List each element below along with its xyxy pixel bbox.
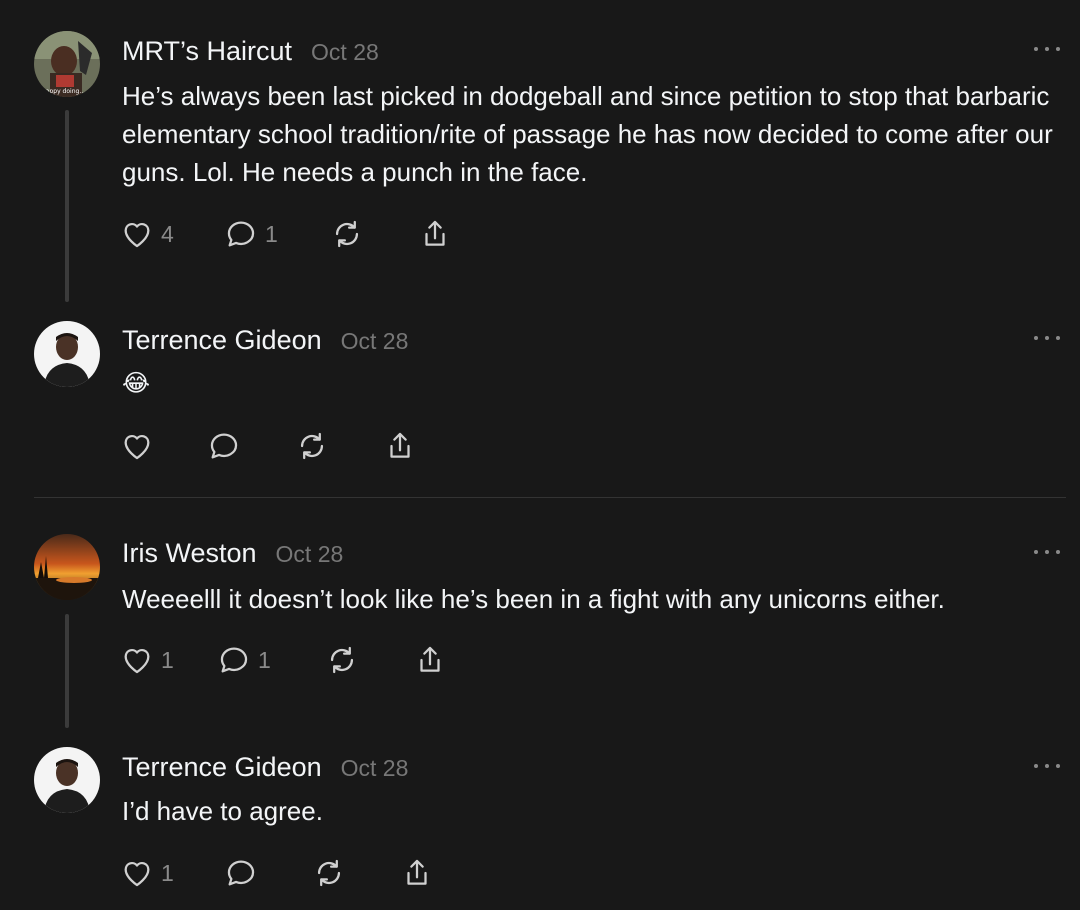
more-options-icon[interactable] [1034, 762, 1060, 770]
reply-count: 1 [258, 646, 271, 673]
action-bar: 1 [120, 855, 434, 891]
post-4: Terrence Gideon Oct 28 I’d have to agree… [0, 728, 1080, 910]
post-date: Oct 28 [275, 541, 344, 567]
post-header: MRT’s Haircut Oct 28 [122, 36, 379, 67]
share-button[interactable] [413, 643, 447, 677]
comment-icon [227, 860, 255, 886]
heart-icon [124, 649, 150, 674]
share-icon [425, 220, 445, 246]
repost-button[interactable] [325, 643, 413, 677]
reply-button[interactable]: 1 [217, 643, 325, 677]
like-button[interactable] [120, 429, 207, 463]
post-text: 😂 [122, 369, 151, 397]
username[interactable]: MRT’s Haircut [122, 36, 292, 67]
repost-icon [335, 220, 359, 248]
post-date: Oct 28 [340, 755, 409, 781]
reply-button[interactable]: 1 [224, 217, 330, 251]
repost-icon [330, 646, 354, 674]
heart-icon [124, 862, 150, 887]
share-button[interactable] [383, 429, 417, 463]
comment-icon [220, 647, 248, 673]
repost-button[interactable] [295, 429, 383, 463]
post-header: Terrence Gideon Oct 28 [122, 325, 408, 356]
action-bar [120, 428, 417, 464]
more-options-icon[interactable] [1034, 548, 1060, 556]
post-text: Weeeelll it doesn’t look like he’s been … [122, 584, 945, 614]
share-button[interactable] [400, 856, 434, 890]
more-options-icon[interactable] [1034, 334, 1060, 342]
post-header: Terrence Gideon Oct 28 [122, 752, 408, 783]
post-text: I’d have to agree. [122, 796, 323, 826]
like-button[interactable]: 1 [120, 856, 224, 890]
avatar-caption: happy doing... [42, 88, 85, 95]
action-bar: 4 1 [120, 216, 452, 252]
like-count: 4 [161, 220, 174, 247]
reply-button[interactable] [224, 856, 312, 890]
share-icon [390, 432, 410, 458]
post-3: Iris Weston Oct 28 Weeeelll it doesn’t l… [0, 498, 1080, 728]
share-icon [420, 646, 440, 672]
avatar[interactable] [34, 747, 100, 813]
comment-icon [210, 433, 238, 459]
post-header: Iris Weston Oct 28 [122, 538, 343, 569]
post-2: Terrence Gideon Oct 28 😂 [0, 300, 1080, 497]
reply-button[interactable] [207, 429, 295, 463]
more-options-icon[interactable] [1034, 45, 1060, 53]
avatar[interactable] [34, 534, 100, 600]
post-date: Oct 28 [311, 39, 379, 65]
like-count: 1 [161, 859, 174, 886]
action-bar: 1 1 [120, 642, 447, 678]
repost-button[interactable] [312, 856, 400, 890]
avatar[interactable]: happy doing... [34, 31, 100, 97]
like-button[interactable]: 4 [120, 217, 224, 251]
repost-icon [317, 859, 341, 887]
repost-icon [300, 432, 324, 460]
thread-line [65, 614, 69, 728]
heart-icon [124, 435, 150, 460]
username[interactable]: Iris Weston [122, 538, 257, 569]
post-text: He’s always been last picked in dodgebal… [122, 81, 1053, 187]
heart-icon [124, 223, 150, 248]
share-icon [407, 859, 427, 885]
reply-count: 1 [265, 220, 278, 247]
like-count: 1 [161, 646, 174, 673]
like-button[interactable]: 1 [120, 643, 217, 677]
post-1: happy doing... MRT’s Haircut Oct 28 He’s… [0, 0, 1080, 302]
avatar[interactable] [34, 321, 100, 387]
share-button[interactable] [418, 217, 452, 251]
username[interactable]: Terrence Gideon [122, 752, 322, 783]
comment-icon [227, 221, 255, 247]
repost-button[interactable] [330, 217, 418, 251]
username[interactable]: Terrence Gideon [122, 325, 322, 356]
post-date: Oct 28 [340, 328, 409, 354]
thread-line [65, 110, 69, 302]
